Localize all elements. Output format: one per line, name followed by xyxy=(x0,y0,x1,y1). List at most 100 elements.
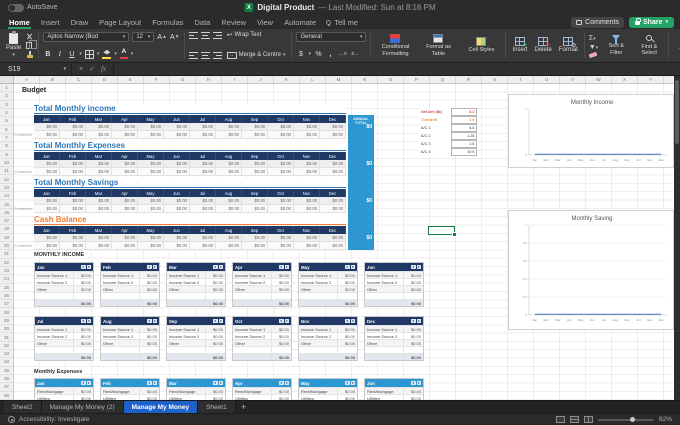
value-cell[interactable]: $0.00 xyxy=(112,197,138,205)
row-header-25[interactable]: 25 xyxy=(0,284,13,292)
filter-dropdown-icon[interactable]: ▾ xyxy=(284,264,289,270)
zoom-level[interactable]: 62% xyxy=(659,416,672,423)
value-cell[interactable]: $0.00 xyxy=(138,131,164,139)
block-header[interactable]: Nov ▾ ▾ xyxy=(299,317,357,325)
ribbon-tab-formulas[interactable]: Formulas xyxy=(151,15,184,29)
value-cell[interactable]: $0.00 xyxy=(242,160,268,168)
block-header[interactable]: Apr ▾ ▾ xyxy=(233,263,291,271)
filter-dropdown-icon[interactable]: ▾ xyxy=(86,318,91,324)
row-header-24[interactable]: 24 xyxy=(0,275,13,284)
block-row-value[interactable]: $0.00 xyxy=(139,286,159,292)
month-header-cell[interactable]: May xyxy=(138,152,164,160)
filter-dropdown-icon[interactable]: ▾ xyxy=(350,318,355,324)
block-header[interactable]: May ▾ ▾ xyxy=(299,379,357,387)
selected-cell[interactable] xyxy=(428,226,457,237)
filter-dropdown-icon[interactable]: ▾ xyxy=(152,318,157,324)
column-header-U[interactable]: U xyxy=(534,76,560,83)
value-cell[interactable]: $0.00 xyxy=(268,168,294,176)
month-header-cell[interactable]: May xyxy=(138,189,164,197)
value-cell[interactable]: $0.00 xyxy=(138,234,164,242)
month-header-cell[interactable]: Oct xyxy=(268,189,294,197)
enter-icon[interactable]: ✓ xyxy=(89,65,95,73)
paste-button[interactable]: Paste ▾ xyxy=(4,31,23,58)
number-format-select[interactable]: General ▾ xyxy=(296,32,367,42)
value-cell[interactable]: $0.00 xyxy=(216,242,242,250)
insert-function-icon[interactable]: fx xyxy=(101,65,106,73)
mini-table-value[interactable]: 4.5 xyxy=(451,124,477,132)
month-header-cell[interactable]: Aug xyxy=(216,152,242,160)
column-header-K[interactable]: K xyxy=(274,76,300,83)
value-cell[interactable]: $0.00 xyxy=(320,205,346,213)
month-header-cell[interactable]: Feb xyxy=(60,115,86,123)
column-header-X[interactable]: X xyxy=(612,76,638,83)
row-header-5[interactable]: 5 xyxy=(0,117,13,126)
align-top-icon[interactable] xyxy=(188,32,198,39)
block-row-value[interactable]: $0.00 xyxy=(139,333,159,339)
block-row-value[interactable]: $0.00 xyxy=(271,286,291,292)
value-cell[interactable]: $0.00 xyxy=(216,160,242,168)
align-bottom-icon[interactable] xyxy=(212,32,222,39)
value-cell[interactable]: $0.00 xyxy=(34,168,60,176)
block-row-value[interactable]: $0.00 xyxy=(139,279,159,285)
value-cell[interactable]: $0.00 xyxy=(60,197,86,205)
row-header-28[interactable]: 28 xyxy=(0,308,13,317)
row-header-18[interactable]: 18 xyxy=(0,225,13,234)
borders-icon[interactable] xyxy=(84,49,94,59)
row-header-22[interactable]: 22 xyxy=(0,259,13,267)
month-header-cell[interactable]: Aug xyxy=(216,226,242,234)
value-cell[interactable]: $0.00 xyxy=(138,205,164,213)
month-header-cell[interactable]: Nov xyxy=(294,189,320,197)
month-header-cell[interactable]: Jun xyxy=(164,152,190,160)
value-cell[interactable]: $0.00 xyxy=(320,197,346,205)
value-cell[interactable]: $0.00 xyxy=(86,205,112,213)
decrease-decimal-button[interactable]: .0→ xyxy=(350,49,359,59)
block-row-value[interactable]: $0.00 xyxy=(73,333,93,339)
block-row-value[interactable]: $0.00 xyxy=(337,286,357,292)
find-select-button[interactable]: Find & Select xyxy=(634,34,664,56)
value-cell[interactable]: $0.00 xyxy=(242,168,268,176)
block-header[interactable]: May ▾ ▾ xyxy=(299,263,357,271)
row-header-14[interactable]: 14 xyxy=(0,192,13,201)
column-header-N[interactable]: N xyxy=(352,76,378,83)
value-cell[interactable]: $0.00 xyxy=(164,123,190,131)
value-cell[interactable]: $0.00 xyxy=(34,123,60,131)
value-cell[interactable]: $0.00 xyxy=(320,242,346,250)
value-cell[interactable]: $0.00 xyxy=(86,131,112,139)
block-row-value[interactable]: $0.00 xyxy=(205,286,225,292)
month-header-cell[interactable]: Apr xyxy=(112,189,138,197)
block-row-value[interactable] xyxy=(73,347,93,353)
block-header[interactable]: Apr ▾ ▾ xyxy=(233,379,291,387)
month-header-cell[interactable]: Apr xyxy=(112,152,138,160)
column-header-G[interactable]: G xyxy=(170,76,196,83)
value-cell[interactable]: $0.00 xyxy=(138,160,164,168)
block-row-value[interactable]: $0.00 xyxy=(73,272,93,278)
block-row-value[interactable]: $0.00 xyxy=(139,388,159,394)
row-header-4[interactable]: 4 xyxy=(0,109,13,118)
value-cell[interactable]: $0.00 xyxy=(86,234,112,242)
block-row-value[interactable] xyxy=(337,347,357,353)
row-header-10[interactable]: 10 xyxy=(0,159,13,168)
month-header-cell[interactable]: Feb xyxy=(60,189,86,197)
ribbon-tab-home[interactable]: Home xyxy=(8,15,31,29)
month-header-cell[interactable]: Dec xyxy=(320,189,346,197)
row-header-15[interactable]: 15 xyxy=(0,200,13,209)
value-cell[interactable]: $0.00 xyxy=(112,123,138,131)
value-cell[interactable]: $0.00 xyxy=(138,123,164,131)
month-header-cell[interactable]: Feb xyxy=(60,152,86,160)
block-row-value[interactable] xyxy=(403,293,423,299)
value-cell[interactable]: $0.00 xyxy=(164,160,190,168)
value-cell[interactable]: $0.00 xyxy=(320,234,346,242)
month-header-cell[interactable]: Sep xyxy=(242,226,268,234)
value-cell[interactable]: $0.00 xyxy=(112,131,138,139)
value-cell[interactable]: $0.00 xyxy=(320,168,346,176)
block-row-value[interactable]: $0.00 xyxy=(205,333,225,339)
month-header-cell[interactable]: Jul xyxy=(190,189,216,197)
ribbon-tab-view[interactable]: View xyxy=(256,15,274,29)
comma-format-button[interactable]: , xyxy=(326,49,335,59)
block-header[interactable]: Jan ▾ ▾ xyxy=(35,263,93,271)
shrink-font-button[interactable]: A ▼ xyxy=(170,32,180,42)
analyse-data-button[interactable]: Analyse Data xyxy=(673,34,680,57)
block-row-value[interactable]: $0.00 xyxy=(73,388,93,394)
value-cell[interactable]: $0.00 xyxy=(294,205,320,213)
align-middle-icon[interactable] xyxy=(200,32,210,39)
